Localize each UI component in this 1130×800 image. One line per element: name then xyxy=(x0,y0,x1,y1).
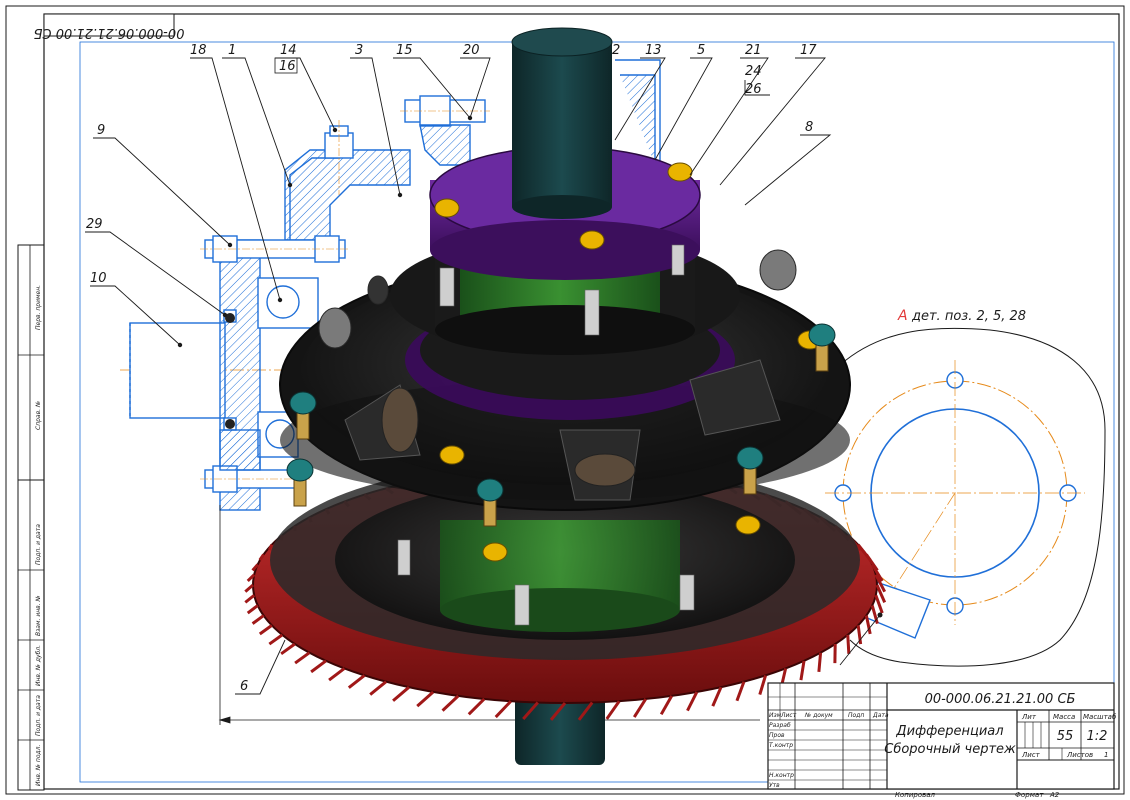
label-format: Формат xyxy=(1015,791,1044,799)
row-utv: Утв xyxy=(769,782,780,789)
shaft-10 xyxy=(129,322,226,419)
callout-1: 1 xyxy=(228,43,236,58)
callout-10: 10 xyxy=(90,271,107,286)
value-mass: 55 xyxy=(1057,729,1074,744)
col-sign: Подп xyxy=(848,712,864,719)
stamp-sprav: Справ. № xyxy=(35,401,42,430)
row-nkontr: Н.контр xyxy=(769,772,794,779)
col-doc: № докум xyxy=(804,712,833,719)
top-left-code-box: 00-000.06.21.21.00 СБ xyxy=(33,13,184,40)
callout-18: 18 xyxy=(190,43,207,58)
callout-26: 26 xyxy=(745,82,762,97)
side-stamps: Перв. примен. Справ. № Подп. и дата Взам… xyxy=(17,244,45,791)
stamp-vzam-inv: Взам. инв. № xyxy=(35,595,42,636)
callout-21: 21 xyxy=(745,43,762,58)
col-list: Лист xyxy=(780,712,797,719)
view-a-letter: А xyxy=(897,308,908,324)
callout-15: 15 xyxy=(396,43,413,58)
value-format: А2 xyxy=(1049,791,1060,799)
callout-24: 24 xyxy=(745,64,762,79)
col-izm: Изм xyxy=(769,712,782,719)
callout-6: 6 xyxy=(240,679,248,694)
top-left-code-text: 00-000.06.21.21.00 СБ xyxy=(33,25,184,40)
callout-9: 9 xyxy=(97,123,105,138)
title-line2: Сборочный чертеж xyxy=(884,742,1016,757)
label-lit: Лит xyxy=(1021,713,1037,721)
label-sheet: Лист xyxy=(1021,751,1041,759)
titleblock-code: 00-000.06.21.21.00 СБ xyxy=(925,692,1076,707)
label-mass: Масса xyxy=(1053,713,1075,721)
stamp-inv-dubl: Инв. № дубл. xyxy=(35,645,42,686)
callout-20: 20 xyxy=(463,43,480,58)
row-razrab: Разраб xyxy=(769,722,791,729)
label-copied: Копировал xyxy=(895,791,936,799)
callout-3: 3 xyxy=(355,43,363,58)
callout-5: 5 xyxy=(697,43,705,58)
view-a-label: дет. поз. 2, 5, 28 xyxy=(911,309,1026,324)
label-sheets: Листов xyxy=(1066,751,1093,759)
value-sheets: 1 xyxy=(1104,751,1108,759)
stamp-podp-data-2: Подп. и дата xyxy=(35,695,42,736)
callout-13: 13 xyxy=(645,43,662,58)
row-tkontr: Т.контр xyxy=(769,742,793,749)
row-prov: Пров xyxy=(769,732,785,739)
drive-shaft xyxy=(512,42,612,207)
stamp-perv-primen: Перв. примен. xyxy=(35,285,42,330)
callout-29: 29 xyxy=(86,217,103,232)
callout-14: 14 xyxy=(280,43,297,58)
assembly-drawing-sheet: 00-000.06.21.21.00 СБ Перв. примен. Спра… xyxy=(5,5,1125,799)
callout-2: 2 xyxy=(612,43,620,58)
callout-17: 17 xyxy=(800,43,817,58)
col-date: Дата xyxy=(872,712,889,719)
stamp-podp-data-1: Подп. и дата xyxy=(35,524,42,565)
value-scale: 1:2 xyxy=(1087,729,1108,744)
callout-16: 16 xyxy=(279,59,296,74)
stamp-inv-podl: Инв. № подл. xyxy=(35,745,42,786)
label-scale: Масштаб xyxy=(1083,713,1117,721)
bottom-strip: Копировал Формат А2 xyxy=(895,791,1060,799)
title-line1: Дифференциал xyxy=(895,724,1003,739)
callout-8: 8 xyxy=(805,120,813,135)
